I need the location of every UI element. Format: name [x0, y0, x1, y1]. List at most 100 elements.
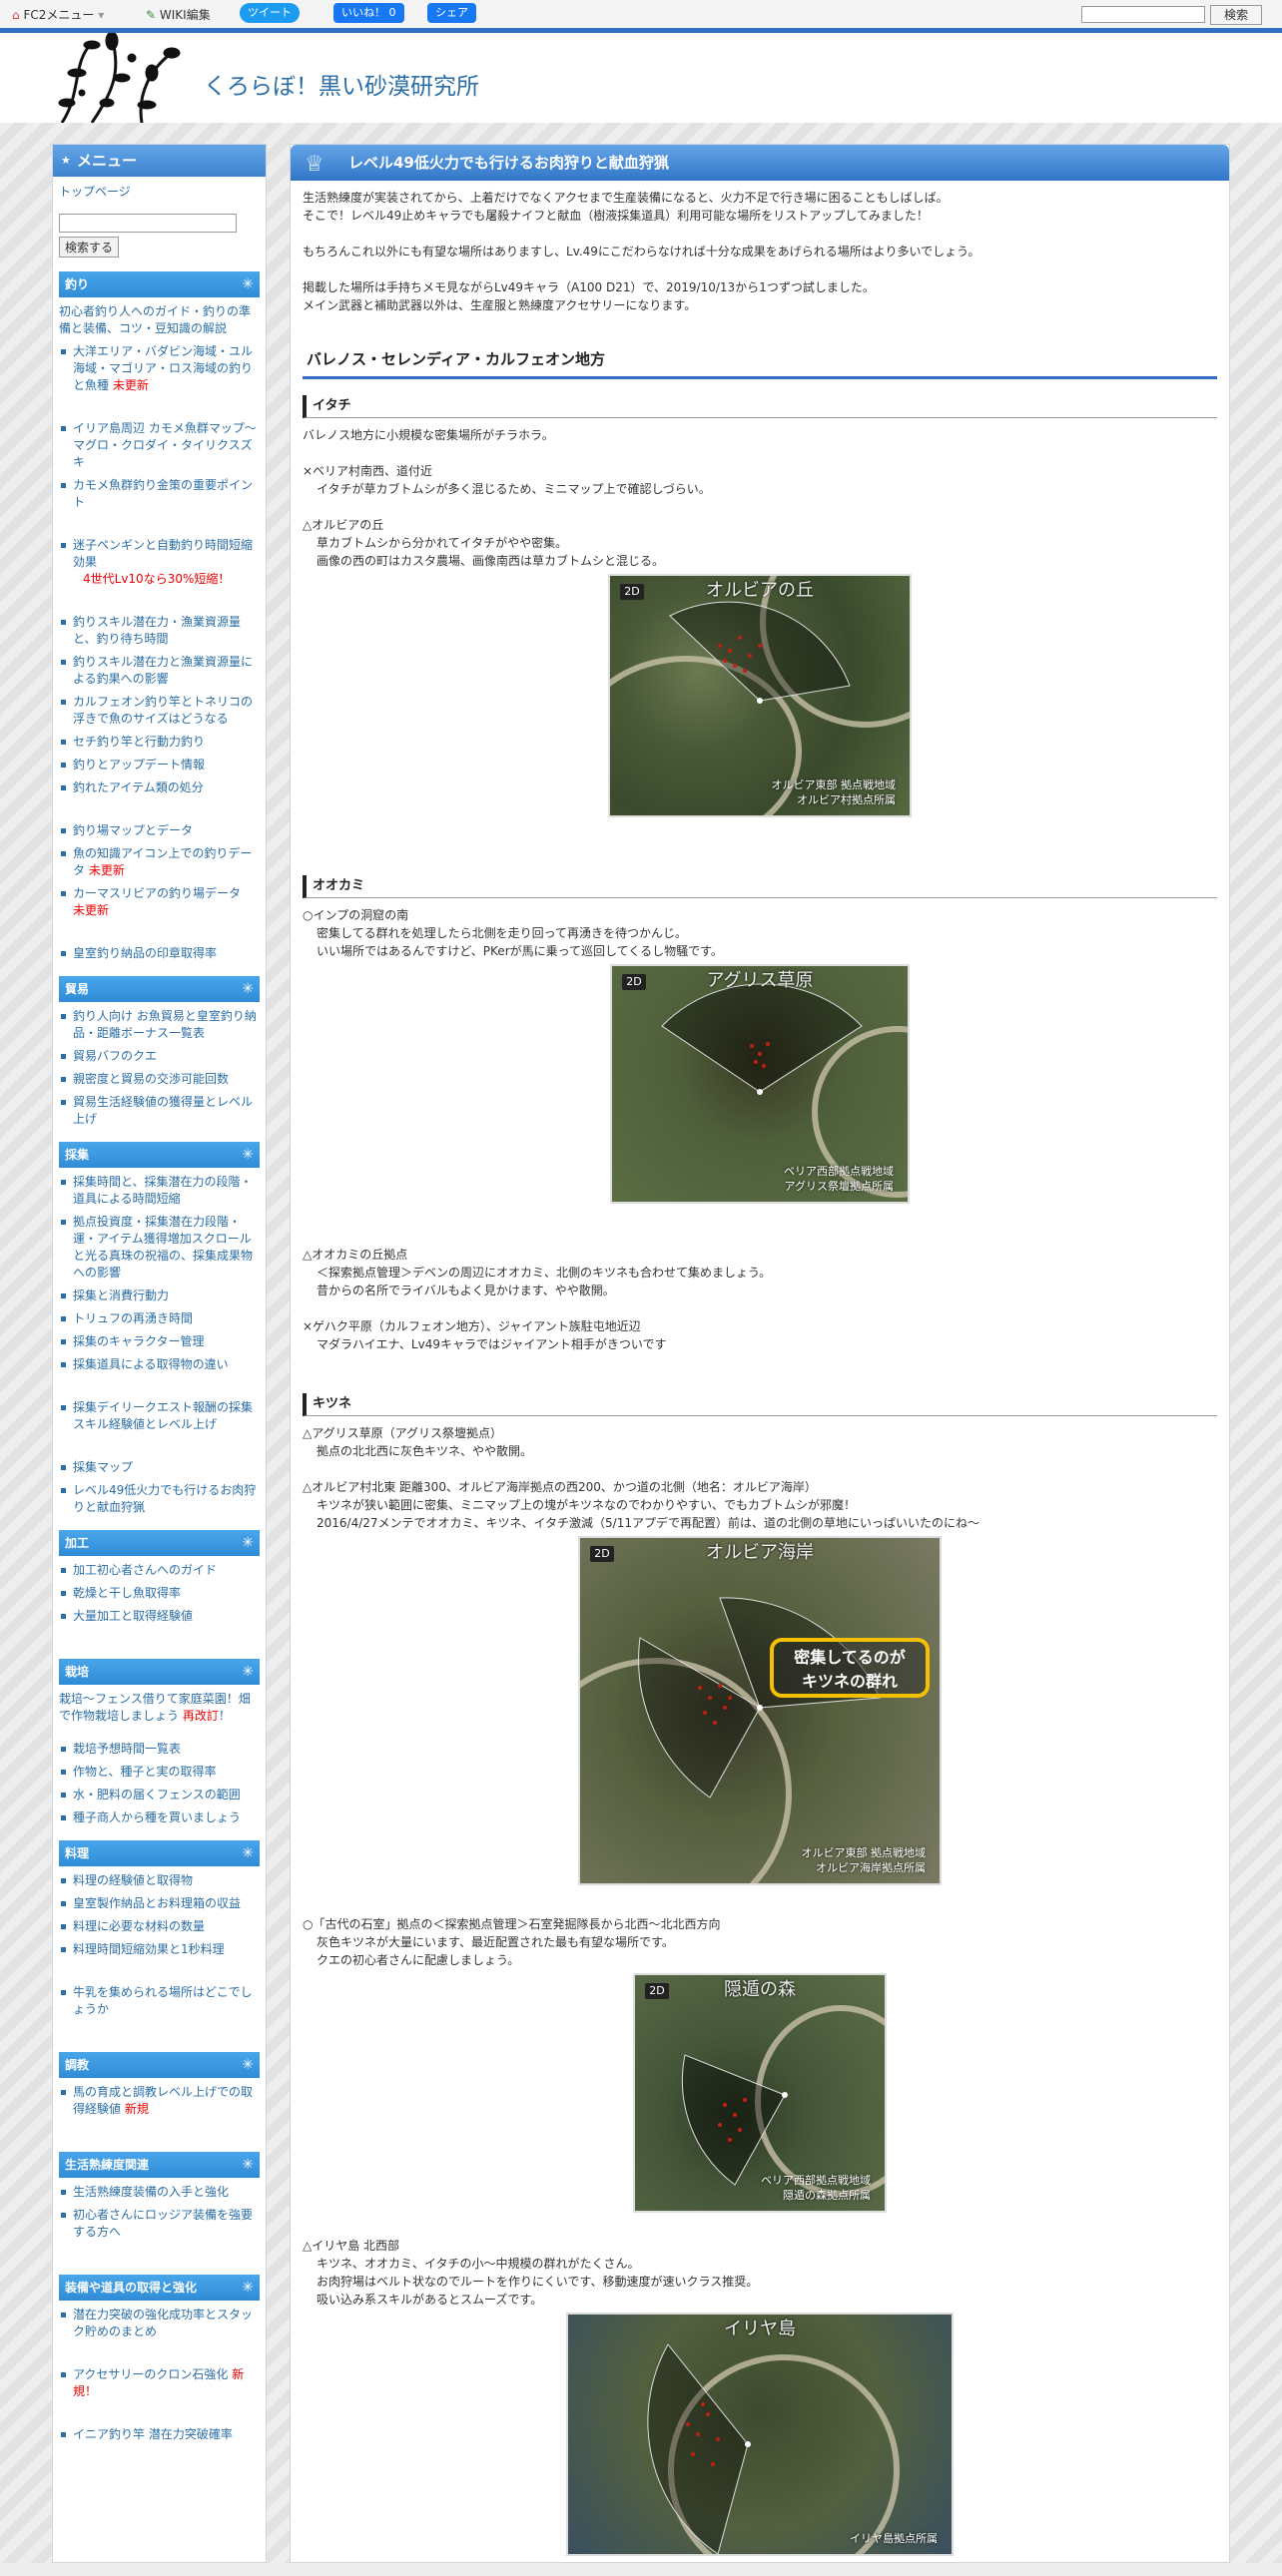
sidebar-link[interactable]: 料理の経験値と取得物 — [59, 1872, 260, 1889]
share-button[interactable]: シェア — [427, 3, 476, 23]
sidebar-link[interactable]: 採集のキャラクター管理 — [59, 1333, 260, 1350]
text-block: △オルビア村北東 距離300、オルビア海岸拠点の西200、かつ道の北側（地名：オ… — [303, 1480, 980, 1530]
sidebar-link[interactable]: 採集道具による取得物の違い — [59, 1356, 260, 1373]
sparkle-icon: ✳ — [242, 1147, 254, 1163]
sidebar-link[interactable]: 釣り人向け お魚貿易と皇室釣り納品・距離ボーナス一覧表 — [59, 1008, 260, 1042]
sidebar-link[interactable]: 作物と、種子と実の取得率 — [59, 1764, 260, 1781]
sidebar-link[interactable]: イリア島周辺 カモメ魚群マップ～マグロ・クロダイ・タイリクスズキ — [59, 420, 260, 471]
intro-paragraph: 生活熟練度が実装されてから、上着だけでなくアクセまで生産装備になると、火力不足で… — [303, 191, 949, 223]
sidebar-link[interactable]: トリュフの再湧き時間 — [59, 1310, 260, 1327]
map-title: オルビアの丘 — [706, 580, 814, 601]
sidebar-link[interactable]: 貿易生活経験値の獲得量とレベル上げ — [59, 1094, 260, 1128]
sidebar-link[interactable]: 皇室製作納品とお料理箱の収益 — [59, 1895, 260, 1912]
sidebar-link[interactable]: 大洋エリア・バダビン海域・ユル海域・マゴリア・ロス海域の釣りと魚種 未更新 — [59, 343, 260, 394]
sidebar-link[interactable]: 栽培予想時間一覧表 — [59, 1741, 260, 1758]
star-icon: ★ — [61, 154, 71, 167]
sidebar-link[interactable]: カモメ魚群釣り金策の重要ポイント — [59, 477, 260, 511]
sidebar-link[interactable]: 料理に必要な材料の数量 — [59, 1918, 260, 1935]
wolf-heading: オオカミ — [303, 875, 1217, 898]
map-image-iliya-island: イリヤ島 イリヤ島拠点所属 — [566, 2313, 954, 2556]
sidebar-link[interactable]: 釣りスキル潜在力・漁業資源量と、釣り待ち時間 — [59, 614, 260, 648]
section-gathering: 採集 ✳ 採集時間と、採集潜在力の段階・道具による時間短縮 拠点投資度・採集潜在力… — [59, 1142, 260, 1516]
sidebar-link[interactable]: 魚の知識アイコン上での釣りデータ 未更新 — [59, 845, 260, 879]
sidebar-link[interactable]: レベル49低火力でも行けるお肉狩りと献血狩猟 — [59, 1482, 260, 1516]
sidebar-search-button[interactable]: 検索する — [59, 237, 120, 258]
sidebar-link[interactable]: 乾燥と干し魚取得率 — [59, 1585, 260, 1602]
sidebar-link[interactable]: イニア釣り竿 潜在力突破確率 — [59, 2426, 260, 2443]
region-heading: バレノス・セレンディア・カルフェオン地方 — [303, 350, 1217, 379]
sidebar-link[interactable]: 採集マップ — [59, 1459, 260, 1476]
section-header: 調教 ✳ — [59, 2052, 260, 2078]
sidebar-link[interactable]: 釣りとアップデート情報 — [59, 757, 260, 773]
sidebar-link[interactable]: 拠点投資度・採集潜在力段階・運・アイテム獲得増加スクロールと光る真珠の祝福の、採… — [59, 1214, 260, 1282]
map-caption: オルビア東部 拠点戦地域 オルビア村拠点所属 — [771, 778, 897, 806]
sidebar-link[interactable]: 釣りスキル潜在力と漁業資源量による釣果への影響 — [59, 654, 260, 688]
map-image-olvia-hill: 2D オルビアの丘 オルビア東部 拠点戦地域 オルビア村拠点所属 — [608, 574, 912, 817]
fc2-menu[interactable]: ⌂ FC2メニュー ▾ — [12, 6, 104, 23]
section-header: 生活熟練度関連 ✳ — [59, 2152, 260, 2178]
sidebar-link[interactable]: 水・肥料の届くフェンスの範囲 — [59, 1787, 260, 1803]
sidebar-link[interactable]: カーマスリビアの釣り場データ 未更新 — [59, 885, 260, 919]
sparkle-icon: ✳ — [242, 981, 254, 997]
text-block: ○「古代の石室」拠点の＜探索拠点管理＞石室発掘隊長から北西～北北西方向 灰色キツネ… — [303, 1917, 721, 1967]
section-link[interactable]: 栽培～フェンス借りて家庭菜園！畑で作物栽培しましょう 再改訂！ — [59, 1691, 260, 1725]
sidebar-link[interactable]: 親密度と貿易の交渉可能回数 — [59, 1071, 260, 1088]
sparkle-icon: ✳ — [242, 2157, 254, 2173]
text-block: ×ゲハク平原（カルフェオン地方）、ジャイアント族駐屯地近辺 マダラハイエナ、Lv4… — [303, 1319, 667, 1351]
sidebar-link[interactable]: カルフェオン釣り竿とトネリコの浮きで魚のサイズはどうなる — [59, 694, 260, 728]
section-link[interactable]: 初心者釣り人へのガイド・釣りの準備と装備、コツ・豆知識の解説 — [59, 303, 260, 337]
sidebar-link[interactable]: アクセサリーのクロン石強化 新規！ — [59, 2366, 260, 2400]
wiki-edit-link[interactable]: ✎ WIKI編集 — [146, 6, 211, 23]
text-block: △オオカミの丘拠点 ＜探索拠点管理＞デベンの周辺にオオカミ、北側のキツネも合わせて… — [303, 1248, 772, 1297]
sidebar-link[interactable]: 初心者さんにロッジア装備を強要する方へ — [59, 2207, 260, 2241]
sidebar-link[interactable]: 馬の育成と調教レベル上げでの取得経験値 新規 — [59, 2084, 260, 2118]
main-content: ♕ レベル49低火力でも行けるお肉狩りと献血狩猟 生活熟練度が実装されてから、上着… — [290, 144, 1230, 2563]
crown-icon: ♕ — [305, 152, 324, 177]
top-search-input[interactable] — [1081, 6, 1205, 23]
article-header: ♕ レベル49低火力でも行けるお肉狩りと献血狩猟 — [291, 145, 1229, 181]
sidebar-link[interactable]: 釣れたアイテム類の処分 — [59, 779, 260, 796]
sidebar-link[interactable]: 採集時間と、採集潜在力の段階・道具による時間短縮 — [59, 1174, 260, 1208]
sidebar-link[interactable]: 貿易バフのクエ — [59, 1048, 260, 1065]
sidebar-link[interactable]: 種子商人から種を買いましょう — [59, 1809, 260, 1826]
tweet-button[interactable]: ツイート — [240, 3, 300, 23]
sidebar-link[interactable]: セチ釣り竿と行動力釣り — [59, 734, 260, 751]
sidebar-link[interactable]: 生活熟練度装備の入手と強化 — [59, 2184, 260, 2201]
site-header: くろらぼ！黒い砂漠研究所 — [0, 33, 1282, 123]
text-block: バレノス地方に小規模な密集場所がチラホラ。 — [303, 428, 554, 442]
text-block: △アグリス草原（アグリス祭壇拠点） 拠点の北北西に灰色キツネ、やや散開。 — [303, 1426, 533, 1458]
sidebar-link[interactable]: 釣り場マップとデータ — [59, 822, 260, 839]
section-header: 貿易 ✳ — [59, 976, 260, 1002]
sidebar-search-input[interactable] — [59, 214, 237, 233]
sidebar-link[interactable]: 潜在力突破の強化成功率とスタック貯めのまとめ — [59, 2307, 260, 2340]
section-training: 調教 ✳ 馬の育成と調教レベル上げでの取得経験値 新規 — [59, 2052, 260, 2118]
map-callout: 密集してるのが キツネの群れ — [770, 1638, 930, 1698]
sidebar-link[interactable]: 牛乳を集められる場所はどこでしょうか — [59, 1984, 260, 2018]
sidebar-link[interactable]: 採集デイリークエスト報酬の採集スキル経験値とレベル上げ — [59, 1399, 260, 1433]
map-image-hermit-forest: 2D 隠遁の森 ベリア西部拠点戦地域 隠遁の森拠点所属 — [633, 1973, 887, 2213]
map-image-agris-field: 2D アグリス草原 ベリア西部拠点戦地域 アグリス祭壇拠点所属 — [610, 964, 910, 1204]
spawn-area-marker — [638, 1597, 881, 1799]
map-caption: ベリア西部拠点戦地域 アグリス祭壇拠点所属 — [784, 1165, 894, 1193]
sidebar-link[interactable]: 皇室釣り納品の印章取得率 — [59, 945, 260, 962]
map-caption: ベリア西部拠点戦地域 隠遁の森拠点所属 — [761, 2174, 871, 2202]
sidebar-link[interactable]: 加工初心者さんへのガイド — [59, 1562, 260, 1579]
sparkle-icon: ✳ — [242, 276, 254, 292]
site-title[interactable]: くろらぼ！黒い砂漠研究所 — [204, 67, 479, 101]
sidebar-link[interactable]: 大量加工と取得経験値 — [59, 1608, 260, 1625]
like-button[interactable]: いいね！ 0 — [333, 3, 404, 23]
intro-paragraph: もちろんこれ以外にも有望な場所はありますし、Lv.49にこだわらなければ十分な成… — [303, 245, 980, 258]
weasel-heading: イタチ — [303, 395, 1217, 418]
sidebar-link[interactable]: 料理時間短縮効果と1秒料理 — [59, 1941, 260, 1958]
sparkle-icon: ✳ — [242, 1845, 254, 1861]
text-block: ×ベリア村南西、道付近 イタチが草カブトムシが多く混じるため、ミニマップ上で確認し… — [303, 464, 711, 496]
top-page-link[interactable]: トップページ — [59, 185, 131, 199]
article-title: レベル49低火力でも行けるお肉狩りと献血狩猟 — [348, 154, 669, 172]
map-title: アグリス草原 — [706, 970, 814, 991]
sparkle-icon: ✳ — [242, 2057, 254, 2073]
sidebar-link[interactable]: 迷子ペンギンと自動釣り時間短縮効果 4世代Lv10なら30%短縮！ — [59, 537, 260, 588]
fox-heading: キツネ — [303, 1393, 1217, 1416]
sidebar-link[interactable]: 採集と消費行動力 — [59, 1288, 260, 1304]
home-icon: ⌂ — [12, 8, 20, 22]
top-search-button[interactable]: 検索 — [1210, 5, 1262, 25]
